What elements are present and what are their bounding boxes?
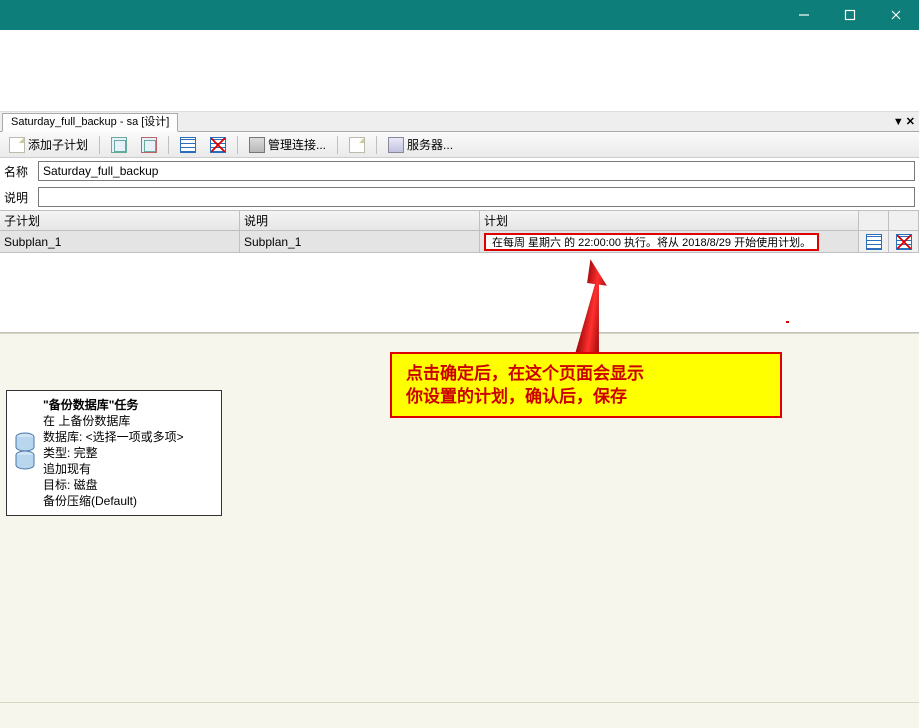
desc-label: 说明 bbox=[4, 189, 34, 206]
schedule-remove-button[interactable] bbox=[205, 134, 231, 156]
add-subplan-label: 添加子计划 bbox=[28, 136, 88, 153]
subplan-props-button[interactable] bbox=[106, 134, 132, 156]
tab-dropdown-icon[interactable]: ▼ bbox=[893, 116, 904, 128]
col-action2 bbox=[889, 211, 919, 231]
database-stack-icon bbox=[13, 431, 37, 471]
schedule-button[interactable] bbox=[175, 134, 201, 156]
subplan-desc-cell[interactable]: Subplan_1 bbox=[240, 231, 480, 253]
calendar-remove-icon bbox=[210, 137, 226, 153]
annot-line1: 点击确定后，在这个页面会显示 bbox=[406, 362, 766, 385]
maximize-button[interactable] bbox=[827, 0, 873, 30]
subplan-delete-button[interactable] bbox=[136, 134, 162, 156]
page-icon bbox=[9, 137, 25, 153]
task-body: "备份数据库"任务 在 上备份数据库 数据库: <选择一项或多项> 类型: 完整… bbox=[43, 397, 215, 509]
add-subplan-button[interactable]: 添加子计划 bbox=[4, 133, 93, 156]
task-line-6: 备份压缩(Default) bbox=[43, 493, 215, 509]
caret-marker bbox=[786, 321, 789, 323]
properties-icon bbox=[111, 137, 127, 153]
task-line-2: 数据库: <选择一项或多项> bbox=[43, 429, 215, 445]
report-icon bbox=[349, 137, 365, 153]
desc-input[interactable] bbox=[38, 187, 915, 207]
name-input[interactable] bbox=[38, 161, 915, 181]
grid-empty-area bbox=[0, 253, 919, 333]
report-button[interactable] bbox=[344, 134, 370, 156]
ribbon-area bbox=[0, 30, 919, 112]
task-title: "备份数据库"任务 bbox=[43, 397, 215, 413]
status-area bbox=[0, 702, 919, 728]
task-line-5: 目标: 磁盘 bbox=[43, 477, 215, 493]
schedule-delete-button[interactable] bbox=[889, 231, 919, 253]
desc-row: 说明 bbox=[0, 184, 919, 210]
delete-icon bbox=[141, 137, 157, 153]
manage-connections-button[interactable]: 管理连接... bbox=[244, 133, 331, 156]
subplan-schedule-cell[interactable]: 在每周 星期六 的 22:00:00 执行。将从 2018/8/29 开始使用计… bbox=[480, 231, 859, 253]
subplan-row[interactable]: Subplan_1 Subplan_1 在每周 星期六 的 22:00:00 执… bbox=[0, 231, 919, 253]
subplan-name-cell[interactable]: Subplan_1 bbox=[0, 231, 240, 253]
manage-conn-label: 管理连接... bbox=[268, 136, 326, 153]
servers-button[interactable]: 服务器... bbox=[383, 133, 458, 156]
task-line-1: 在 上备份数据库 bbox=[43, 413, 215, 429]
schedule-text: 在每周 星期六 的 22:00:00 执行。将从 2018/8/29 开始使用计… bbox=[484, 233, 819, 251]
col-action1 bbox=[859, 211, 889, 231]
backup-task-box[interactable]: "备份数据库"任务 在 上备份数据库 数据库: <选择一项或多项> 类型: 完整… bbox=[6, 390, 222, 516]
annotation-note: 点击确定后，在这个页面会显示 你设置的计划，确认后，保存 bbox=[390, 352, 782, 418]
task-line-4: 追加现有 bbox=[43, 461, 215, 477]
servers-icon bbox=[388, 137, 404, 153]
calendar-icon bbox=[180, 137, 196, 153]
schedule-edit-button[interactable] bbox=[859, 231, 889, 253]
calendar-remove-icon bbox=[896, 234, 912, 250]
subplan-grid-header: 子计划 说明 计划 bbox=[0, 210, 919, 231]
toolbar: 添加子计划 管理连接... 服务器... bbox=[0, 132, 919, 158]
calendar-icon bbox=[866, 234, 882, 250]
name-row: 名称 bbox=[0, 158, 919, 184]
servers-label: 服务器... bbox=[407, 136, 453, 153]
document-tab-strip: Saturday_full_backup - sa [设计] ▼ ✕ bbox=[0, 112, 919, 132]
minimize-button[interactable] bbox=[781, 0, 827, 30]
col-schedule: 计划 bbox=[480, 211, 859, 231]
task-line-3: 类型: 完整 bbox=[43, 445, 215, 461]
tab-close-icon[interactable]: ✕ bbox=[906, 115, 915, 128]
server-icon bbox=[249, 137, 265, 153]
window-titlebar bbox=[0, 0, 919, 30]
close-button[interactable] bbox=[873, 0, 919, 30]
annot-line2: 你设置的计划，确认后，保存 bbox=[406, 385, 766, 408]
tab-saturday-full-backup[interactable]: Saturday_full_backup - sa [设计] bbox=[2, 113, 178, 132]
col-desc: 说明 bbox=[240, 211, 480, 231]
col-subplan: 子计划 bbox=[0, 211, 240, 231]
name-label: 名称 bbox=[4, 163, 34, 180]
